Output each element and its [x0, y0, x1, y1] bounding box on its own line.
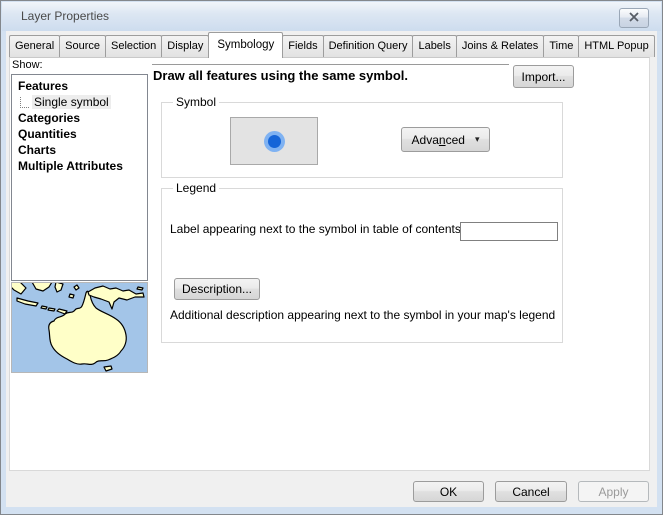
tab-fields[interactable]: Fields — [282, 35, 323, 57]
titlebar: Layer Properties — [2, 2, 661, 31]
legend-group: Legend Label appearing next to the symbo… — [161, 188, 563, 343]
point-symbol-icon — [268, 135, 281, 148]
tab-html-popup[interactable]: HTML Popup — [578, 35, 654, 57]
show-item-quantities[interactable]: Quantities — [12, 126, 147, 142]
header-divider — [152, 64, 509, 65]
show-item-features[interactable]: Features — [12, 78, 147, 94]
show-item-multiple-attributes[interactable]: Multiple Attributes — [12, 158, 147, 174]
tab-strip: General Source Selection Display Symbolo… — [9, 35, 654, 57]
symbol-preview-button[interactable] — [230, 117, 318, 165]
chevron-down-icon: ▾ — [475, 134, 480, 145]
map-preview — [11, 282, 148, 373]
tab-display[interactable]: Display — [161, 35, 209, 57]
import-button[interactable]: Import... — [513, 65, 574, 88]
apply-button[interactable]: Apply — [578, 481, 649, 502]
window-title: Layer Properties — [21, 9, 109, 23]
description-button[interactable]: Description... — [174, 278, 260, 300]
close-icon — [628, 11, 640, 25]
page-title: Draw all features using the same symbol. — [153, 68, 408, 83]
cancel-button[interactable]: Cancel — [495, 481, 567, 502]
layer-properties-dialog: Layer Properties General Source Selectio… — [0, 0, 663, 515]
tab-time[interactable]: Time — [543, 35, 579, 57]
legend-label-caption: Label appearing next to the symbol in ta… — [170, 222, 464, 236]
tab-definition-query[interactable]: Definition Query — [323, 35, 414, 57]
advanced-button[interactable]: Advanced ▾ — [401, 127, 490, 152]
legend-group-title: Legend — [173, 181, 219, 195]
symbol-group-title: Symbol — [173, 95, 219, 109]
advanced-button-label: Advanced — [412, 133, 465, 147]
tab-source[interactable]: Source — [59, 35, 106, 57]
tab-symbology[interactable]: Symbology — [208, 32, 283, 58]
close-button[interactable] — [619, 8, 649, 28]
show-item-categories[interactable]: Categories — [12, 110, 147, 126]
tab-general[interactable]: General — [9, 35, 60, 57]
tab-joins-relates[interactable]: Joins & Relates — [456, 35, 544, 57]
map-land-island — [41, 306, 47, 309]
tab-selection[interactable]: Selection — [105, 35, 162, 57]
map-land-island — [48, 308, 55, 311]
oceania-map — [12, 283, 147, 372]
show-item-single-symbol[interactable]: Single symbol — [12, 94, 147, 110]
map-land-island — [69, 294, 74, 298]
show-label: Show: — [12, 59, 43, 71]
symbol-group: Symbol Advanced ▾ — [161, 102, 563, 178]
tree-branch-icon — [20, 97, 29, 108]
show-item-charts[interactable]: Charts — [12, 142, 147, 158]
tab-labels[interactable]: Labels — [412, 35, 456, 57]
legend-additional-caption: Additional description appearing next to… — [170, 308, 555, 322]
legend-label-input[interactable] — [460, 222, 558, 241]
map-land-island — [137, 287, 143, 290]
show-list: Features Single symbol Categories Quanti… — [11, 74, 148, 281]
ok-button[interactable]: OK — [413, 481, 484, 502]
show-item-single-symbol-label: Single symbol — [32, 95, 111, 109]
